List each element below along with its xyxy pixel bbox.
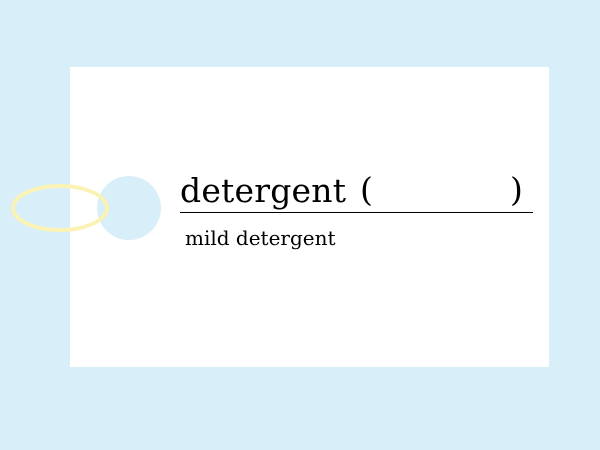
blank-close-paren: ) <box>510 170 523 209</box>
vocabulary-word: detergent <box>180 171 347 210</box>
word-entry-line: detergent ( ) <box>180 170 533 213</box>
tag-hole-icon <box>97 176 161 240</box>
example-phrase: mild detergent <box>185 226 336 250</box>
blank-open-paren: ( <box>360 170 373 209</box>
